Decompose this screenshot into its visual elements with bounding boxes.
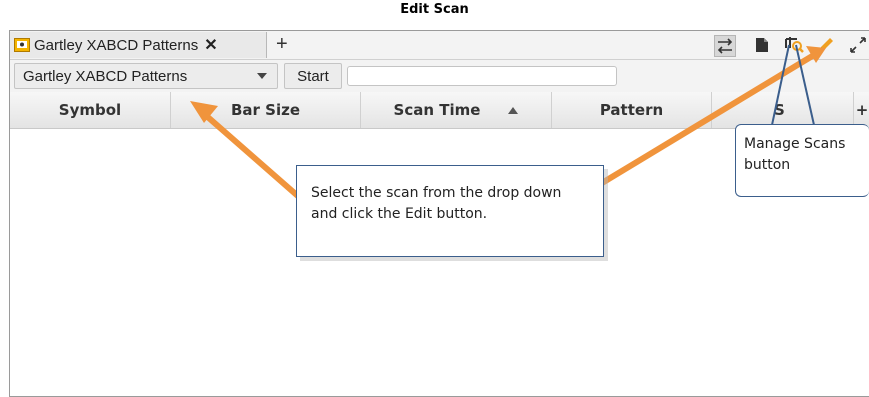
scan-control-row: Gartley XABCD Patterns Start [10, 59, 869, 92]
column-symbol[interactable]: Symbol [10, 92, 171, 128]
page-title: Edit Scan [400, 2, 469, 17]
callout-text: Select the scan from the drop down and c… [311, 185, 562, 222]
pencil-edit-icon[interactable] [816, 35, 836, 55]
scan-select-dropdown[interactable]: Gartley XABCD Patterns [14, 63, 278, 89]
add-tab-button[interactable]: + [276, 32, 288, 56]
tab-gartley[interactable]: Gartley XABCD Patterns ✕ [10, 32, 267, 58]
column-scan-time[interactable]: Scan Time [361, 92, 552, 128]
column-label: Symbol [58, 101, 122, 119]
scan-text-input[interactable] [347, 66, 617, 86]
manage-scans-icon[interactable] [785, 35, 805, 55]
column-bar-size[interactable]: Bar Size [171, 92, 361, 128]
main-annotation-callout: Select the scan from the drop down and c… [296, 165, 604, 257]
column-label: Bar Size [230, 101, 301, 119]
tab-bar: Gartley XABCD Patterns ✕ + [10, 31, 869, 59]
close-icon[interactable]: ✕ [204, 35, 217, 55]
column-s[interactable]: S [712, 92, 854, 128]
column-label: + [855, 101, 869, 119]
scanner-icon [14, 38, 30, 52]
column-label: S [774, 101, 785, 119]
column-pattern[interactable]: Pattern [552, 92, 712, 128]
sort-ascending-icon [508, 106, 519, 114]
start-button[interactable]: Start [284, 63, 342, 89]
column-label: Pattern [599, 101, 664, 119]
column-label: Scan Time [393, 101, 481, 119]
chevron-down-icon [257, 73, 267, 79]
sync-arrows-icon[interactable] [714, 35, 736, 57]
document-icon[interactable] [752, 35, 772, 55]
scan-select-value: Gartley XABCD Patterns [23, 67, 188, 85]
callout-text: Manage Scans button [744, 136, 846, 173]
add-column-button[interactable]: + [854, 92, 869, 128]
expand-icon[interactable] [848, 35, 868, 55]
manage-scans-callout: Manage Scans button [735, 124, 869, 197]
tab-label: Gartley XABCD Patterns [34, 36, 199, 54]
